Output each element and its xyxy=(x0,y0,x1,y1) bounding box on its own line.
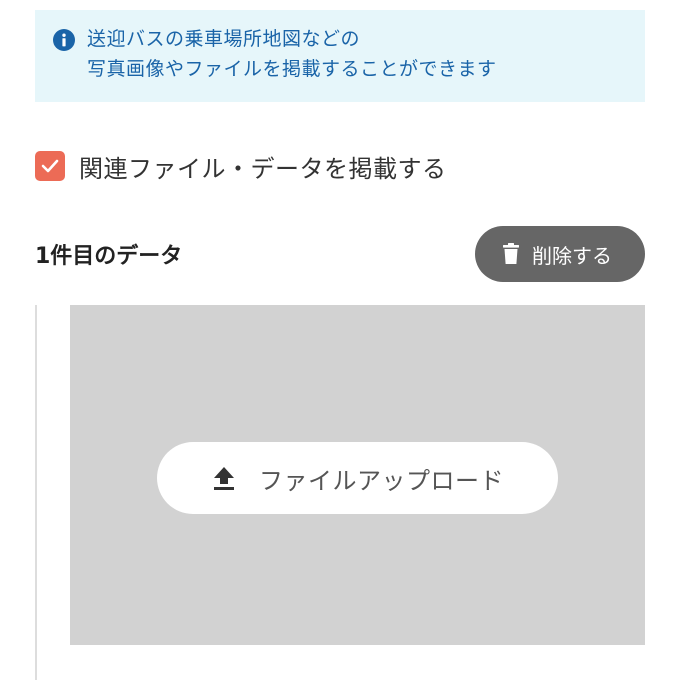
info-banner: 送迎バスの乗車場所地図などの 写真画像やファイルを掲載することができます xyxy=(35,10,645,102)
publish-files-checkbox[interactable] xyxy=(35,151,65,181)
info-line-2: 写真画像やファイルを掲載することができます xyxy=(87,58,497,80)
info-line-1: 送迎バスの乗車場所地図などの xyxy=(87,28,361,50)
upload-icon xyxy=(211,465,237,491)
info-text: 送迎バスの乗車場所地図などの 写真画像やファイルを掲載することができます xyxy=(87,24,497,84)
info-icon xyxy=(53,29,75,51)
data-item-header: 1件目のデータ 削除する xyxy=(35,226,645,282)
delete-button[interactable]: 削除する xyxy=(475,226,645,282)
file-upload-button[interactable]: ファイルアップロード xyxy=(157,442,558,514)
file-upload-label: ファイルアップロード xyxy=(259,466,504,495)
publish-files-label[interactable]: 関連ファイル・データを掲載する xyxy=(79,149,447,184)
check-icon xyxy=(41,159,59,173)
publish-files-row[interactable]: 関連ファイル・データを掲載する xyxy=(35,148,447,184)
data-item-title: 1件目のデータ xyxy=(35,244,183,269)
upload-drop-area[interactable]: ファイルアップロード xyxy=(70,305,645,645)
trash-icon xyxy=(502,243,520,265)
delete-button-label: 削除する xyxy=(532,243,612,268)
guide-line xyxy=(35,305,37,680)
page: 送迎バスの乗車場所地図などの 写真画像やファイルを掲載することができます 関連フ… xyxy=(0,0,680,680)
